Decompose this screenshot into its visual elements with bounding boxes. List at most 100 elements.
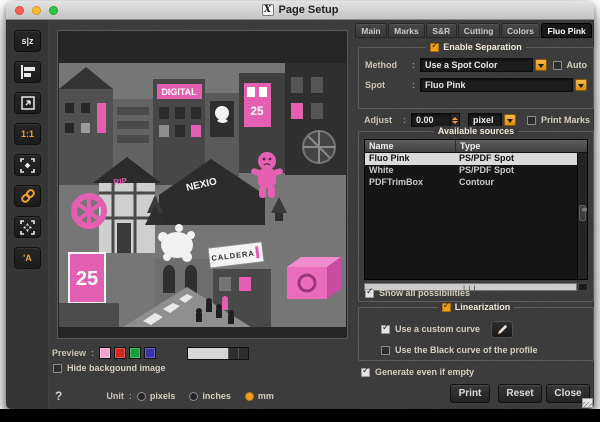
method-label: Method <box>365 60 397 70</box>
enable-separation-checkbox[interactable] <box>430 41 440 52</box>
align-left-icon <box>20 65 35 79</box>
print-button[interactable]: Print <box>450 384 490 403</box>
enable-separation-label: Enable Separation <box>443 42 522 52</box>
pixels-label: pixels <box>149 391 176 401</box>
link-tool-button[interactable] <box>14 185 41 207</box>
unit-option-inches[interactable]: inches <box>189 391 231 401</box>
mm-label: mm <box>257 391 274 401</box>
mirror-tool-button[interactable]: s|z <box>14 30 41 52</box>
separator: : <box>128 391 132 401</box>
table-row-pdftrimbox[interactable]: PDFTrimBox Contour <box>365 177 587 189</box>
auto-checkbox[interactable] <box>552 60 562 70</box>
generate-empty-checkbox[interactable] <box>361 366 370 377</box>
inches-radio[interactable] <box>189 391 199 401</box>
tab-cutting[interactable]: Cutting <box>457 23 500 38</box>
tab-fluo-pink[interactable]: Fluo Pink <box>541 23 593 38</box>
show-all-label: Show all possibilities <box>379 288 471 298</box>
generate-row[interactable]: Generate even if empty <box>361 366 474 377</box>
preview-swatch-green[interactable] <box>129 347 142 359</box>
unit-option-mm[interactable]: mm <box>244 391 274 401</box>
preview-swatch-blue[interactable] <box>144 347 157 359</box>
tab-colors[interactable]: Colors <box>500 23 541 38</box>
black-curve-checkbox[interactable] <box>381 345 390 355</box>
show-all-checkbox[interactable] <box>365 287 374 298</box>
adjust-value-input[interactable]: 0.00 <box>411 113 451 127</box>
auto-label: Auto <box>566 60 588 70</box>
custom-curve-row[interactable]: Use a custom curve <box>381 320 514 338</box>
hide-background-label: Hide backgound image <box>67 363 166 373</box>
expand-tool-button[interactable] <box>14 216 41 238</box>
svg-text:DIGITAL: DIGITAL <box>161 87 197 97</box>
help-icon[interactable]: ? <box>55 389 62 403</box>
settings-tab-bar: Main Marks S&R Cutting Colors Fluo Pink <box>355 23 593 39</box>
align-left-tool-button[interactable] <box>14 61 41 83</box>
hide-background-checkbox-row[interactable]: Hide backgound image <box>53 363 166 373</box>
vertical-scrollbar[interactable] <box>577 153 588 279</box>
minimize-window-button[interactable] <box>32 6 41 15</box>
density-preview-bar[interactable] <box>187 346 250 360</box>
window-title: Page Setup <box>278 4 339 16</box>
tool-sidebar: s|z 1:1 'A <box>6 20 49 409</box>
edit-curve-button[interactable] <box>491 320 514 338</box>
zoom-window-button[interactable] <box>49 6 58 15</box>
unit-option-pixels[interactable]: pixels <box>136 391 176 401</box>
sources-table-header: Name Type <box>365 140 587 153</box>
black-curve-row[interactable]: Use the Black curve of the profile <box>381 344 538 356</box>
tab-marks[interactable]: Marks <box>387 23 426 38</box>
linearization-group: Linearization Use a custom curve Use the… <box>358 301 594 361</box>
preview-swatch-red[interactable] <box>114 347 127 359</box>
separator: : <box>412 60 415 70</box>
column-name[interactable]: Name <box>365 140 455 152</box>
preview-swatch-pink[interactable] <box>99 347 112 359</box>
close-window-button[interactable] <box>15 6 24 15</box>
hide-background-checkbox[interactable] <box>53 363 62 373</box>
separation-group: Enable Separation Method : Use a Spot Co… <box>358 41 594 109</box>
mm-radio[interactable] <box>244 391 254 401</box>
link-icon <box>20 189 35 203</box>
show-all-row[interactable]: Show all possibilities <box>365 287 471 298</box>
adjust-unit-dropdown[interactable]: pixel <box>468 113 502 127</box>
mirror-icon: s|z <box>21 36 34 46</box>
custom-curve-checkbox[interactable] <box>381 323 390 334</box>
page-preview[interactable]: DIGITAL 25 NEXIO RIP 25 CALDERA <box>57 30 348 339</box>
spot-dropdown-arrow-icon[interactable] <box>575 79 587 91</box>
pixels-radio[interactable] <box>136 391 146 401</box>
separator: : <box>91 348 95 358</box>
table-row-fluo-pink[interactable]: Fluo Pink PS/PDF Spot <box>365 153 587 165</box>
method-dropdown[interactable]: Use a Spot Color <box>420 58 533 72</box>
scrollbar-corner <box>578 283 588 291</box>
adjust-unit-dropdown-arrow-icon[interactable] <box>504 114 516 126</box>
export-view-tool-button[interactable] <box>14 92 41 114</box>
print-marks-checkbox[interactable] <box>526 115 536 125</box>
tab-main[interactable]: Main <box>355 23 387 38</box>
adjust-label: Adjust <box>364 115 392 125</box>
auto-checkbox-row[interactable]: Auto <box>552 60 588 70</box>
crop-marks-tool-button[interactable] <box>14 154 41 176</box>
separator: : <box>403 115 406 125</box>
annotation-tool-button[interactable]: 'A <box>14 247 41 269</box>
svg-text:25: 25 <box>250 104 264 118</box>
print-marks-row[interactable]: Print Marks <box>526 115 590 125</box>
vertical-scrollbar-thumb[interactable] <box>579 205 588 221</box>
spot-dropdown[interactable]: Fluo Pink <box>420 78 573 92</box>
reset-button[interactable]: Reset <box>498 384 542 403</box>
zoom-1-1-tool-button[interactable]: 1:1 <box>14 123 41 145</box>
cell-type: Contour <box>459 177 494 187</box>
table-row-white[interactable]: White PS/PDF Spot <box>365 165 587 177</box>
svg-text:25: 25 <box>76 268 98 290</box>
column-type[interactable]: Type <box>455 140 587 152</box>
cell-name: PDFTrimBox <box>369 177 424 187</box>
titlebar: X Page Setup <box>6 1 594 20</box>
method-dropdown-arrow-icon[interactable] <box>534 59 547 71</box>
one-to-one-icon: 1:1 <box>20 129 34 139</box>
sources-table[interactable]: Name Type Fluo Pink PS/PDF Spot White PS… <box>364 139 588 280</box>
tab-sr[interactable]: S&R <box>426 23 457 38</box>
resize-grip[interactable] <box>582 398 593 408</box>
adjust-spinner[interactable] <box>451 113 460 127</box>
linearization-checkbox[interactable] <box>441 301 451 312</box>
cell-type: PS/PDF Spot <box>459 153 515 163</box>
available-sources-label: Available sources <box>437 126 515 136</box>
x11-app-icon: X <box>261 4 274 16</box>
crop-marks-icon <box>20 157 35 173</box>
expand-icon <box>20 219 35 235</box>
